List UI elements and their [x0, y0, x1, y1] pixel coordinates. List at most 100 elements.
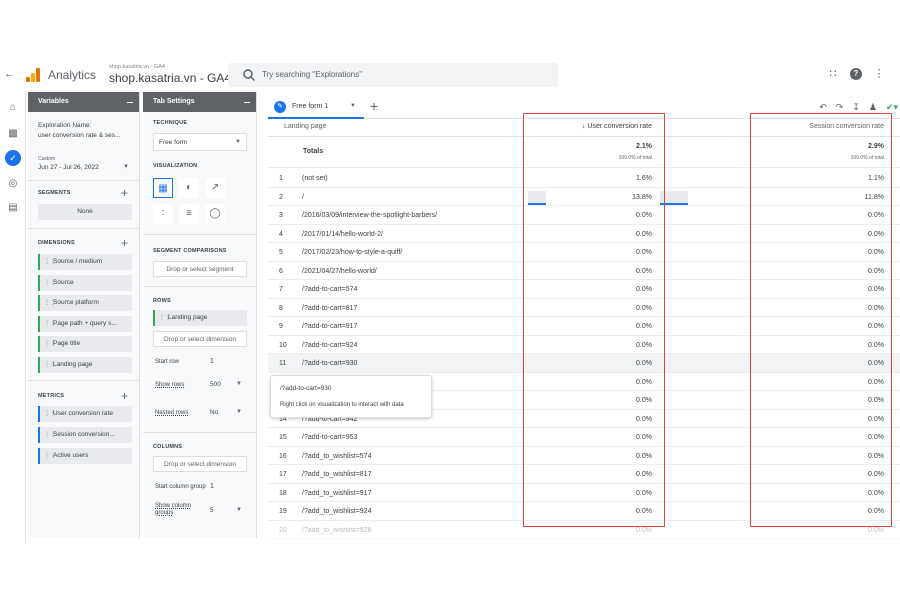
chevron-down-icon[interactable]: ▼	[123, 164, 129, 170]
landing-page-cell: /?add-to-cart=574	[302, 286, 358, 293]
drag-handle-icon[interactable]: ⋮⋮	[44, 299, 56, 306]
property-account-label[interactable]: shop.kasatria.vn - GA4	[109, 64, 165, 70]
show-column-groups-value: 5	[210, 507, 214, 514]
row-number: 6	[279, 267, 283, 275]
explore-icon[interactable]: ✓	[5, 150, 21, 166]
collapse-icon[interactable]	[244, 102, 250, 103]
app-name: Analytics	[48, 68, 97, 82]
collapse-icon[interactable]	[127, 102, 133, 103]
add-tab-icon[interactable]: +	[370, 98, 378, 114]
column-header-landing-page[interactable]: Landing page	[284, 123, 326, 130]
columns-drop-zone[interactable]: Drop or select dimension	[153, 456, 247, 472]
metric-chip[interactable]: ⋮⋮ Active users	[38, 448, 132, 464]
exploration-name-field[interactable]: user conversion rate & ses...	[38, 132, 120, 139]
dimension-chip[interactable]: ⋮⋮ Page path + query s...	[38, 316, 132, 332]
share-icon[interactable]: ♟	[869, 102, 877, 113]
back-arrow-icon[interactable]: ←	[4, 68, 15, 80]
row-number: 15	[279, 434, 287, 441]
help-icon[interactable]: ?	[850, 67, 862, 80]
home-icon[interactable]: ⌂	[6, 102, 20, 116]
rows-drop-zone[interactable]: Drop or select dimension	[153, 331, 247, 347]
date-range-selector[interactable]: Jun 27 - Jul 26, 2022	[38, 164, 99, 171]
metric-label: Active users	[53, 452, 89, 459]
canvas-actions: ↶ ↷ ↧ ♟ ✔▾	[819, 102, 898, 113]
segment-comparisons-title: SEGMENT COMPARISONS	[153, 248, 227, 254]
rows-title: ROWS	[153, 298, 171, 304]
segments-none: None	[38, 204, 132, 220]
table-viz-icon[interactable]: ▦	[153, 178, 173, 198]
technique-title: TECHNIQUE	[153, 120, 188, 126]
show-column-groups-select[interactable]: 5 ▼	[205, 502, 247, 520]
variables-panel: Variables Exploration Name: user convers…	[28, 92, 140, 538]
landing-page-cell: /2016/03/09/interview-the-spotlight-barb…	[302, 212, 438, 219]
row-number: 16	[279, 452, 287, 460]
dimension-chip[interactable]: ⋮⋮ Page title	[38, 336, 132, 352]
landing-page-cell: /2021/04/27/hello-world/	[302, 267, 377, 275]
drag-handle-icon[interactable]: ⋮⋮	[44, 340, 56, 347]
dimension-chip[interactable]: ⋮⋮ Landing page	[38, 357, 132, 373]
drag-handle-icon[interactable]: ⋮⋮	[44, 279, 56, 286]
show-rows-label: Show rows	[155, 382, 185, 388]
chevron-down-icon[interactable]: ▼	[350, 103, 356, 109]
drag-handle-icon[interactable]: ⋮⋮	[159, 314, 171, 321]
drag-handle-icon[interactable]: ⋮⋮	[44, 258, 56, 265]
property-selector[interactable]: shop.kasatria.vn - GA4	[109, 71, 231, 85]
nested-rows-label: Nested rows	[155, 410, 189, 416]
search-bar[interactable]: Try searching "Explorations"	[228, 63, 558, 87]
metrics-title: METRICS	[38, 393, 65, 399]
nested-rows-select[interactable]: No ▼	[205, 404, 247, 422]
landing-page-cell: /?add_to_wishlist=928	[302, 526, 372, 534]
row-number: 3	[279, 212, 283, 219]
apps-grid-icon[interactable]: ∷	[826, 67, 840, 80]
left-nav-rail: ⌂ ▩ ✓ ◎ ▤	[0, 92, 26, 542]
exploration-name-label: Exploration Name:	[38, 122, 92, 129]
landing-page-cell: /	[302, 193, 304, 201]
advertising-icon[interactable]: ◎	[6, 178, 20, 192]
geo-viz-icon[interactable]: ◯	[205, 204, 225, 224]
add-metric-icon[interactable]: +	[121, 390, 128, 402]
line-viz-icon[interactable]: ↗	[205, 178, 225, 198]
drag-handle-icon[interactable]: ⋮⋮	[44, 361, 56, 368]
reports-icon[interactable]: ▩	[6, 128, 20, 142]
landing-page-cell: /?add_to_wishlist=924	[302, 508, 372, 515]
tooltip-hint: Right click on visualization to interact…	[280, 402, 404, 408]
bar-viz-icon[interactable]: ≡	[179, 204, 199, 224]
dimension-chip[interactable]: ⋮⋮ Source platform	[38, 295, 132, 311]
tab-label: Free form 1	[292, 103, 329, 110]
row-number: 10	[279, 341, 287, 349]
drag-handle-icon[interactable]: ⋮⋮	[44, 320, 56, 327]
download-icon[interactable]: ↧	[852, 102, 860, 113]
metric-chip[interactable]: ⋮⋮ User conversion rate	[38, 406, 132, 422]
technique-select[interactable]: Free form ▼	[153, 133, 247, 151]
start-row-input[interactable]: 1	[210, 358, 214, 365]
landing-page-cell: /?add-to-cart=930	[302, 360, 358, 367]
dimension-chip[interactable]: ⋮⋮ Source	[38, 275, 132, 291]
more-vert-icon[interactable]: ⋮	[872, 67, 886, 80]
row-number: 11	[279, 360, 287, 367]
drag-handle-icon[interactable]: ⋮⋮	[44, 431, 56, 438]
chevron-down-icon: ▼	[235, 139, 241, 145]
metric-chip[interactable]: ⋮⋮ Session conversion...	[38, 427, 132, 443]
tab-free-form-1[interactable]: ✎ Free form 1 ▼	[268, 97, 364, 119]
drag-handle-icon[interactable]: ⋮⋮	[44, 452, 56, 459]
dimension-chip[interactable]: ⋮⋮ Source / medium	[38, 254, 132, 270]
row-number: 2	[279, 193, 283, 201]
add-dimension-icon[interactable]: +	[121, 237, 128, 249]
variables-header: Variables	[28, 92, 139, 112]
date-custom-label: Custom	[38, 156, 56, 162]
show-rows-select[interactable]: 500 ▼	[205, 376, 247, 394]
redo-icon[interactable]: ↷	[836, 102, 844, 113]
variables-title: Variables	[38, 98, 69, 105]
undo-icon[interactable]: ↶	[819, 102, 827, 113]
donut-viz-icon[interactable]: ◐	[179, 178, 199, 198]
scatter-viz-icon[interactable]: ∶	[153, 204, 173, 224]
start-column-group-input[interactable]: 1	[210, 483, 214, 490]
dimensions-title: DIMENSIONS	[38, 240, 75, 246]
rows-dimension-chip[interactable]: ⋮⋮ Landing page	[153, 310, 247, 326]
search-placeholder[interactable]: Try searching "Explorations"	[262, 70, 362, 79]
check-circle-icon[interactable]: ✔▾	[886, 102, 898, 113]
segment-drop-zone[interactable]: Drop or select segment	[153, 261, 247, 277]
drag-handle-icon[interactable]: ⋮⋮	[44, 410, 56, 417]
configure-icon[interactable]: ▤	[6, 202, 20, 216]
add-segment-icon[interactable]: +	[121, 187, 128, 199]
